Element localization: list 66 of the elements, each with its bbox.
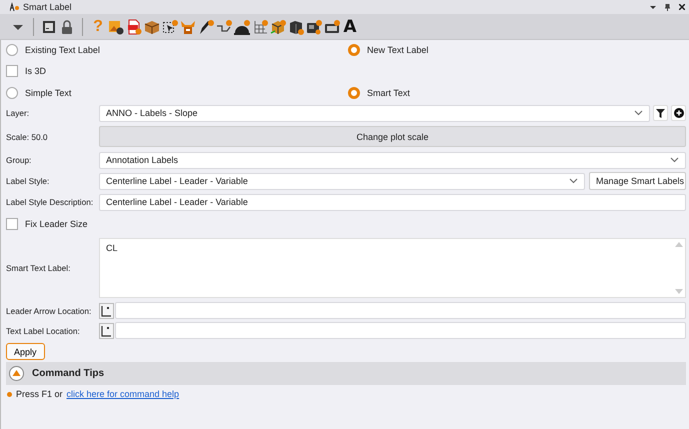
radio-label: New Text Label — [367, 44, 428, 54]
device-icon[interactable] — [324, 18, 340, 34]
group-dropdown[interactable]: Annotation Labels — [99, 152, 686, 168]
add-button[interactable] — [671, 105, 686, 121]
command-help-link[interactable]: click here for command help — [66, 389, 180, 399]
radio-button[interactable] — [6, 44, 18, 56]
pick-point-button[interactable] — [99, 302, 114, 318]
field-label: Label Style: — [6, 176, 50, 186]
pick-point-button[interactable] — [99, 322, 114, 338]
field-label: Layer: — [6, 108, 30, 118]
app-icon — [10, 2, 20, 12]
radio-button[interactable] — [6, 86, 18, 98]
label-style-dropdown[interactable]: Centerline Label - Leader - Variable — [99, 172, 585, 190]
chevron-down-icon — [569, 178, 578, 184]
field-label: Group: — [6, 155, 32, 165]
leader-arrow-location-field[interactable] — [115, 302, 686, 319]
block-icon[interactable] — [288, 18, 304, 34]
dropdown-caret-icon[interactable] — [650, 4, 656, 10]
cube-icon[interactable] — [270, 18, 286, 34]
field-label: Label Style Description: — [6, 197, 94, 207]
checkbox[interactable] — [6, 218, 18, 230]
text-value: CL — [106, 242, 119, 255]
dropdown-value: ANNO - Labels - Slope — [106, 108, 199, 118]
chevron-down-icon — [634, 110, 643, 116]
chevron-down-icon — [670, 157, 679, 163]
plus-icon — [674, 108, 684, 118]
window-title: Smart Label — [23, 2, 73, 12]
pin-icon[interactable] — [665, 4, 670, 10]
dome-icon[interactable] — [234, 18, 250, 34]
tip-text: Press F1 or — [16, 389, 63, 399]
apply-button[interactable]: Apply — [6, 343, 45, 360]
pen-icon[interactable] — [198, 18, 214, 34]
console-icon[interactable] — [41, 18, 57, 34]
box-icon[interactable] — [144, 18, 160, 34]
field-label: Smart Text Label: — [6, 263, 72, 273]
document-icon[interactable] — [126, 18, 142, 34]
filter-button[interactable] — [653, 105, 668, 121]
radio-label: Smart Text — [367, 88, 410, 98]
lock-icon[interactable] — [59, 18, 75, 34]
radio-label: Simple Text — [25, 88, 72, 98]
dropdown-value: Centerline Label - Leader - Variable — [106, 176, 249, 186]
machine-icon[interactable] — [306, 18, 322, 34]
filter-icon — [656, 108, 665, 118]
image-gear-icon[interactable] — [108, 18, 124, 34]
change-plot-scale-button[interactable]: Change plot scale — [99, 126, 686, 147]
description-field[interactable]: Centerline Label - Leader - Variable — [99, 194, 686, 210]
radio-button[interactable] — [348, 44, 360, 56]
field-label: Text Label Location: — [6, 326, 81, 336]
manage-smart-labels-button[interactable]: Manage Smart Labels — [589, 172, 686, 190]
field-label: Scale: 50.0 — [6, 132, 49, 142]
layer-dropdown[interactable]: ANNO - Labels - Slope — [99, 104, 650, 122]
dropdown-value: Annotation Labels — [106, 155, 180, 165]
radio-button[interactable] — [348, 86, 360, 98]
polyline-icon[interactable] — [216, 18, 232, 34]
radio-label: Existing Text Label — [25, 44, 100, 54]
checkbox[interactable] — [6, 65, 18, 77]
section-title: Command Tips — [32, 368, 104, 379]
checkbox-label: Is 3D — [25, 66, 46, 76]
cursor-icon[interactable] — [162, 18, 178, 34]
text-label-location-field[interactable] — [115, 322, 686, 339]
collapse-icon[interactable] — [9, 366, 24, 381]
text-style-icon[interactable]: A — [342, 18, 358, 34]
close-icon[interactable] — [679, 4, 685, 10]
bullet-icon — [7, 392, 12, 396]
field-label: Leader Arrow Location: — [6, 306, 92, 316]
checkbox-label: Fix Leader Size — [25, 219, 88, 229]
